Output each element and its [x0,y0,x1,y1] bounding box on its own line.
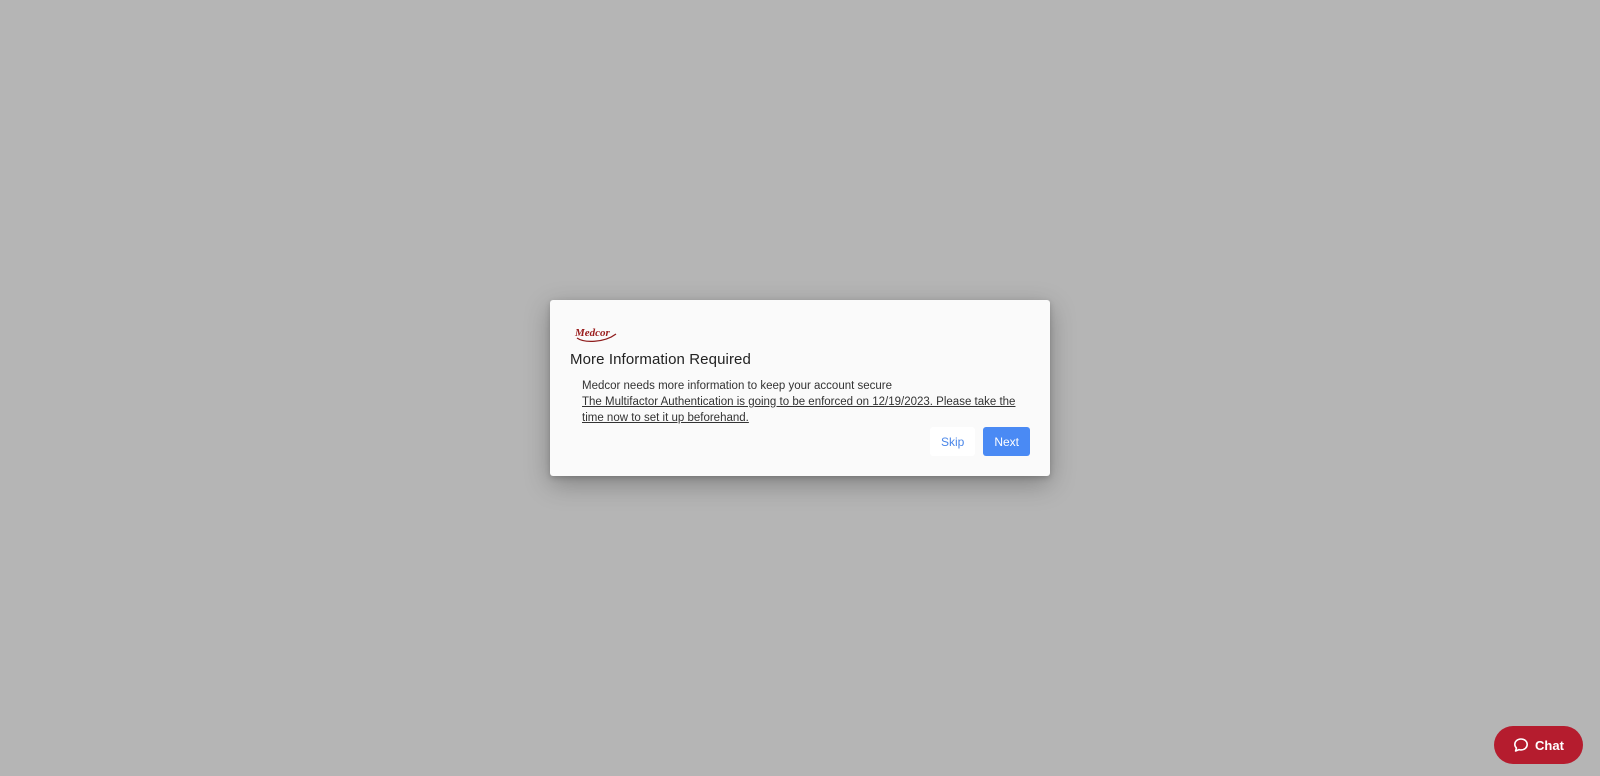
more-info-dialog: Medcor More Information Required Medcor … [550,300,1050,476]
next-button[interactable]: Next [983,427,1030,456]
mfa-notice-link[interactable]: The Multifactor Authentication is going … [582,394,1032,426]
svg-text:Medcor: Medcor [574,327,611,339]
skip-button[interactable]: Skip [929,427,976,456]
dialog-body: Medcor needs more information to keep yo… [582,378,1032,426]
chat-label: Chat [1535,737,1564,753]
chat-button[interactable]: Chat [1494,726,1583,764]
chat-bubble-icon [1513,737,1529,753]
dialog-message: Medcor needs more information to keep yo… [582,380,893,392]
dialog-title: More Information Required [570,351,751,368]
dialog-actions: Skip Next [929,427,1030,456]
medcor-logo: Medcor [574,324,618,344]
